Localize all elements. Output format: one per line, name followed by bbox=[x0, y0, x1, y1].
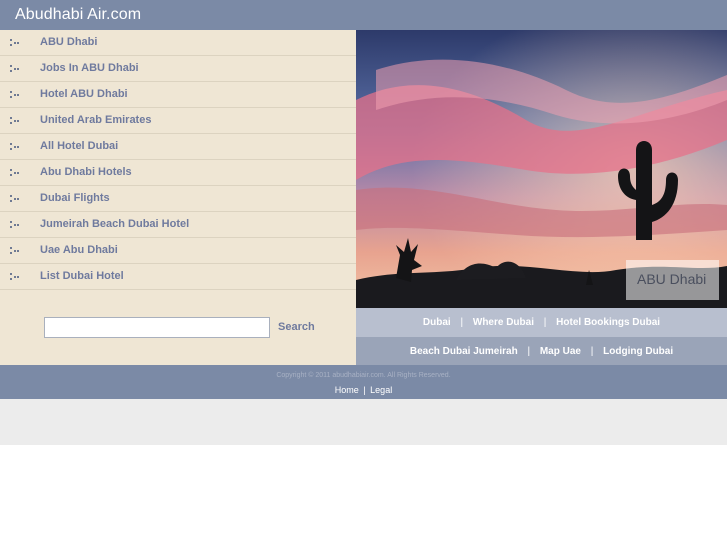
dotted-bullet-icon bbox=[10, 221, 19, 229]
copyright-text: Copyright © 2011 abudhabiair.com. All Ri… bbox=[276, 372, 451, 379]
quick-link-map-uae[interactable]: Map Uae bbox=[540, 346, 581, 357]
quick-link-beach-dubai-jumeirah[interactable]: Beach Dubai Jumeirah bbox=[410, 346, 518, 357]
footer: Copyright © 2011 abudhabiair.com. All Ri… bbox=[0, 365, 727, 399]
quick-link-where-dubai[interactable]: Where Dubai bbox=[473, 317, 534, 328]
hero-caption-text: ABU Dhabi bbox=[637, 271, 707, 287]
nav-item-label[interactable]: ABU Dhabi bbox=[40, 36, 97, 48]
dotted-bullet-icon bbox=[10, 143, 19, 151]
nav-item-label[interactable]: Jobs In ABU Dhabi bbox=[40, 62, 139, 74]
hero-caption: ABU Dhabi bbox=[626, 260, 719, 300]
quick-link-dubai[interactable]: Dubai bbox=[423, 317, 451, 328]
site-title[interactable]: Abudhabi Air.com bbox=[15, 6, 141, 24]
dotted-bullet-icon bbox=[10, 169, 19, 177]
search-input[interactable] bbox=[44, 317, 270, 338]
nav-item-list-dubai-hotel[interactable]: List Dubai Hotel bbox=[0, 264, 356, 290]
search-button[interactable]: Search bbox=[278, 321, 315, 333]
dotted-bullet-icon bbox=[10, 65, 19, 73]
link-separator: | bbox=[460, 317, 464, 328]
nav-item-label[interactable]: List Dubai Hotel bbox=[40, 270, 124, 282]
nav-item-uae-abu-dhabi[interactable]: Uae Abu Dhabi bbox=[0, 238, 356, 264]
footer-link-legal[interactable]: Legal bbox=[370, 385, 392, 395]
nav-item-label[interactable]: Hotel ABU Dhabi bbox=[40, 88, 128, 100]
footer-link-home[interactable]: Home bbox=[335, 385, 359, 395]
nav-item-jobs-in-abu-dhabi[interactable]: Jobs In ABU Dhabi bbox=[0, 56, 356, 82]
nav-item-jumeirah-beach-dubai-hotel[interactable]: Jumeirah Beach Dubai Hotel bbox=[0, 212, 356, 238]
nav-item-label[interactable]: All Hotel Dubai bbox=[40, 140, 118, 152]
nav-item-label[interactable]: Dubai Flights bbox=[40, 192, 110, 204]
nav-item-all-hotel-dubai[interactable]: All Hotel Dubai bbox=[0, 134, 356, 160]
footer-links: Home | Legal bbox=[0, 385, 727, 395]
nav-item-abu-dhabi[interactable]: ABU Dhabi bbox=[0, 30, 356, 56]
nav-item-hotel-abu-dhabi[interactable]: Hotel ABU Dhabi bbox=[0, 82, 356, 108]
dotted-bullet-icon bbox=[10, 39, 19, 47]
nav-item-label[interactable]: United Arab Emirates bbox=[40, 114, 151, 126]
quick-links-row: Beach Dubai Jumeirah | Map Uae | Lodging… bbox=[356, 346, 727, 357]
link-separator: | bbox=[543, 317, 547, 328]
nav-item-label[interactable]: Abu Dhabi Hotels bbox=[40, 166, 132, 178]
quick-link-hotel-bookings-dubai[interactable]: Hotel Bookings Dubai bbox=[556, 317, 660, 328]
dotted-bullet-icon bbox=[10, 273, 19, 281]
link-separator: | bbox=[527, 346, 531, 357]
nav-item-dubai-flights[interactable]: Dubai Flights bbox=[0, 186, 356, 212]
header-bar: Abudhabi Air.com bbox=[0, 0, 727, 30]
page: Abudhabi Air.com ABU Dhabi Jobs In ABU D… bbox=[0, 0, 727, 545]
link-separator: | bbox=[590, 346, 594, 357]
bottom-band bbox=[0, 399, 727, 445]
sidebar: ABU Dhabi Jobs In ABU Dhabi Hotel ABU Dh… bbox=[0, 30, 356, 365]
nav-item-abu-dhabi-hotels[interactable]: Abu Dhabi Hotels bbox=[0, 160, 356, 186]
nav-item-united-arab-emirates[interactable]: United Arab Emirates bbox=[0, 108, 356, 134]
dotted-bullet-icon bbox=[10, 195, 19, 203]
nav-item-label[interactable]: Jumeirah Beach Dubai Hotel bbox=[40, 218, 189, 230]
nav-list: ABU Dhabi Jobs In ABU Dhabi Hotel ABU Dh… bbox=[0, 30, 356, 290]
nav-item-label[interactable]: Uae Abu Dhabi bbox=[40, 244, 118, 256]
dotted-bullet-icon bbox=[10, 91, 19, 99]
quick-link-lodging-dubai[interactable]: Lodging Dubai bbox=[603, 346, 673, 357]
quick-links-row: Dubai | Where Dubai | Hotel Bookings Dub… bbox=[356, 317, 727, 328]
quick-links-bar-secondary: Beach Dubai Jumeirah | Map Uae | Lodging… bbox=[356, 337, 727, 365]
footer-link-separator: | bbox=[363, 385, 366, 395]
dotted-bullet-icon bbox=[10, 247, 19, 255]
dotted-bullet-icon bbox=[10, 117, 19, 125]
quick-links-bar-primary: Dubai | Where Dubai | Hotel Bookings Dub… bbox=[356, 308, 727, 337]
